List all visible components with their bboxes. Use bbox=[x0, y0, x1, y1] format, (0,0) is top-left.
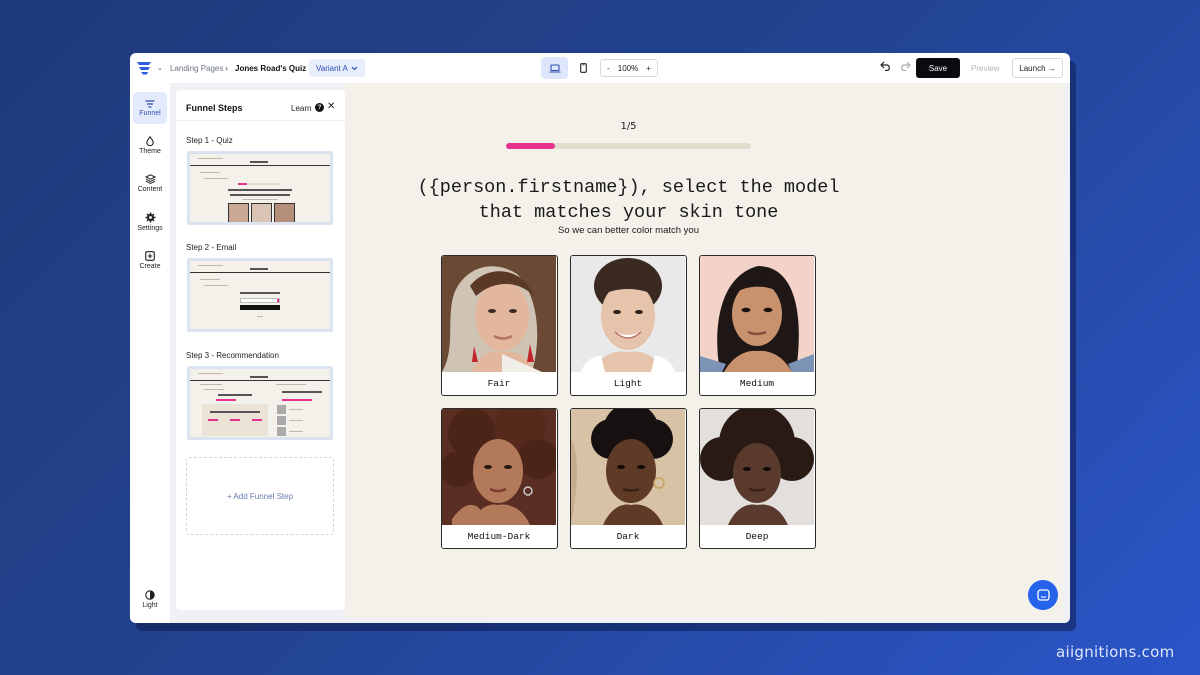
variant-selector[interactable]: Variant A bbox=[309, 59, 365, 77]
rail-item-theme[interactable]: Theme bbox=[133, 129, 167, 161]
rail-item-content[interactable]: Content bbox=[133, 167, 167, 199]
close-icon[interactable]: ✕ bbox=[327, 101, 335, 112]
funnel-steps-panel: Funnel Steps Learn ? ✕ Step 1 - Quiz Ste… bbox=[176, 90, 345, 610]
theme-mode-toggle[interactable]: Light bbox=[133, 583, 167, 615]
option-card-deep[interactable]: Deep bbox=[699, 408, 816, 549]
rail-label: Create bbox=[139, 262, 161, 270]
editor-window: ⌄ Landing Pages › Jones Road's Quiz Vari… bbox=[130, 53, 1070, 623]
watermark: aiignitions.com bbox=[1056, 643, 1175, 661]
option-label: Light bbox=[571, 372, 685, 395]
contrast-icon bbox=[145, 589, 155, 600]
quiz-heading: ({person.firstname}), select the model t… bbox=[417, 177, 840, 223]
save-button[interactable]: Save bbox=[916, 58, 960, 78]
option-label: Deep bbox=[700, 525, 814, 548]
rail-item-create[interactable]: Create bbox=[133, 244, 167, 276]
undo-icon[interactable] bbox=[880, 61, 892, 71]
zoom-control: - 100% + bbox=[600, 59, 658, 77]
option-card-medium-dark[interactable]: Medium-Dark bbox=[441, 408, 558, 549]
step-counter: 1/5 bbox=[620, 121, 637, 132]
chevron-right-icon: › bbox=[225, 63, 228, 73]
brand-logo-icon[interactable] bbox=[136, 61, 152, 75]
rail-item-funnel[interactable]: Funnel bbox=[133, 92, 167, 124]
page-canvas: 1/5 ({person.firstname}), select the mod… bbox=[345, 83, 1063, 619]
add-funnel-step-button[interactable]: + Add Funnel Step bbox=[186, 457, 334, 535]
desktop-view-button[interactable] bbox=[541, 57, 568, 79]
top-bar: ⌄ Landing Pages › Jones Road's Quiz Vari… bbox=[130, 53, 1070, 83]
model-photo-dark bbox=[571, 409, 685, 525]
chevron-down-icon bbox=[351, 66, 358, 70]
layers-icon bbox=[144, 173, 156, 184]
option-card-fair[interactable]: Fair bbox=[441, 255, 558, 396]
filter-icon bbox=[145, 99, 155, 108]
rail-label: Funnel bbox=[139, 109, 161, 117]
step-label: Step 1 - Quiz bbox=[186, 136, 233, 145]
panel-divider bbox=[176, 120, 345, 121]
droplet-icon bbox=[146, 135, 154, 146]
gear-icon bbox=[145, 212, 155, 223]
option-label: Dark bbox=[571, 525, 685, 548]
option-label: Medium-Dark bbox=[442, 525, 556, 548]
zoom-in-button[interactable]: + bbox=[646, 64, 651, 73]
option-card-medium[interactable]: Medium bbox=[699, 255, 816, 396]
quiz-subheading: So we can better color match you bbox=[558, 225, 699, 236]
chat-support-button[interactable] bbox=[1028, 580, 1058, 610]
laptop-icon bbox=[549, 63, 560, 73]
chevron-down-icon[interactable]: ⌄ bbox=[157, 64, 163, 72]
panel-title: Funnel Steps bbox=[186, 103, 243, 113]
model-photo-deep bbox=[700, 409, 814, 525]
model-photo-fair bbox=[442, 256, 556, 372]
left-rail: Funnel Theme Content Settings Create Lig… bbox=[130, 83, 170, 623]
zoom-out-button[interactable]: - bbox=[607, 64, 610, 73]
phone-icon bbox=[579, 63, 587, 73]
model-photo-medium bbox=[700, 256, 814, 372]
rail-item-settings[interactable]: Settings bbox=[133, 206, 167, 238]
model-photo-medium-dark bbox=[442, 409, 556, 525]
progress-bar bbox=[506, 143, 751, 149]
learn-link[interactable]: Learn bbox=[291, 104, 311, 113]
progress-fill bbox=[506, 143, 555, 149]
help-icon[interactable]: ? bbox=[315, 103, 324, 112]
chat-icon bbox=[1036, 588, 1050, 601]
rail-label: Theme bbox=[139, 147, 161, 155]
breadcrumb-landing-pages[interactable]: Landing Pages bbox=[170, 64, 223, 73]
plus-square-icon bbox=[145, 250, 155, 261]
option-label: Fair bbox=[442, 372, 556, 395]
redo-icon[interactable] bbox=[899, 61, 911, 71]
step-thumbnail-recommendation[interactable] bbox=[187, 366, 333, 440]
step-thumbnail-quiz[interactable] bbox=[187, 151, 333, 225]
launch-button[interactable]: Launch → bbox=[1012, 58, 1063, 78]
option-label: Medium bbox=[700, 372, 814, 395]
step-label: Step 2 - Email bbox=[186, 243, 237, 252]
step-label: Step 3 - Recommendation bbox=[186, 351, 279, 360]
preview-button[interactable]: Preview bbox=[971, 64, 999, 73]
option-card-light[interactable]: Light bbox=[570, 255, 687, 396]
rail-label: Settings bbox=[137, 225, 163, 232]
theme-mode-label: Light bbox=[142, 601, 158, 609]
mobile-view-button[interactable] bbox=[572, 57, 594, 79]
model-photo-light bbox=[571, 256, 685, 372]
step-thumbnail-email[interactable] bbox=[187, 258, 333, 332]
variant-label: Variant A bbox=[316, 63, 348, 73]
zoom-level: 100% bbox=[617, 63, 639, 73]
rail-label: Content bbox=[137, 185, 163, 193]
breadcrumb-current-page: Jones Road's Quiz bbox=[235, 64, 307, 73]
option-card-dark[interactable]: Dark bbox=[570, 408, 687, 549]
